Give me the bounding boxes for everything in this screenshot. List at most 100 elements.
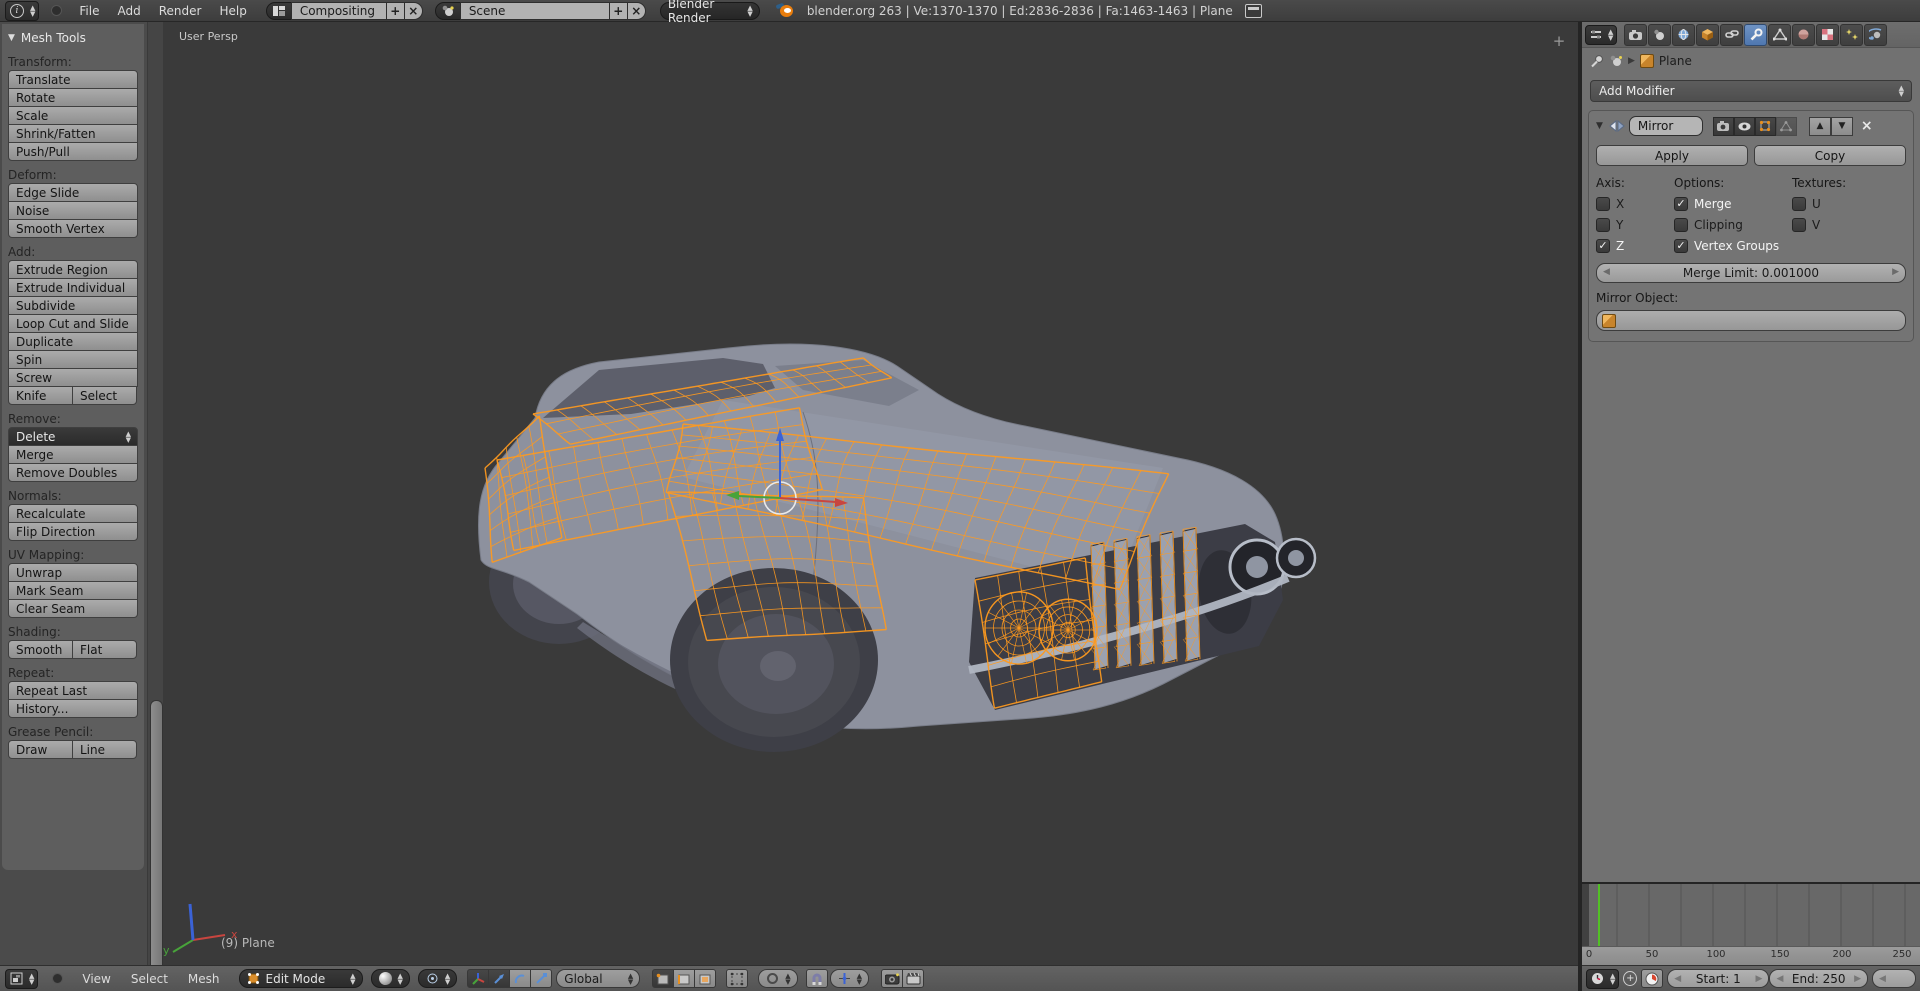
- current-frame-field[interactable]: ◀: [1872, 969, 1916, 988]
- proportional-edit-select[interactable]: ▲ ▼: [758, 969, 798, 988]
- render-engine-select[interactable]: Blender Render ▲ ▼: [659, 0, 760, 25]
- scene-ball-icon[interactable]: [1609, 55, 1623, 67]
- collapse-menus-icon[interactable]: [51, 5, 63, 16]
- scrollbar-thumb[interactable]: [150, 700, 163, 978]
- subdivide-button[interactable]: Subdivide: [8, 296, 138, 315]
- checkbox-texture-v[interactable]: [1792, 217, 1806, 232]
- frame-end-field[interactable]: ◀ End: 250 ▶: [1769, 969, 1868, 988]
- expand-menus-plus-icon[interactable]: +: [1623, 971, 1638, 986]
- copy-button[interactable]: Copy: [1754, 145, 1906, 166]
- checkbox-clipping[interactable]: [1674, 217, 1688, 232]
- merge-limit-slider[interactable]: ◀ Merge Limit: 0.001000 ▶: [1596, 263, 1906, 283]
- modifier-render-toggle[interactable]: [1712, 116, 1734, 136]
- menu-render[interactable]: Render: [150, 4, 211, 18]
- mode-select[interactable]: Edit Mode ▲ ▼: [238, 969, 363, 988]
- checkbox-axis-y[interactable]: [1596, 217, 1610, 232]
- snap-toggle-button[interactable]: [805, 969, 828, 988]
- timeline-editor[interactable]: 0 50 100 150 200 250: [1582, 884, 1920, 965]
- tab-constraints[interactable]: [1720, 23, 1744, 46]
- edge-slide-button[interactable]: Edge Slide: [8, 183, 138, 202]
- rotate-button[interactable]: Rotate: [8, 88, 138, 107]
- extrude-region-button[interactable]: Extrude Region: [8, 260, 138, 279]
- pin-icon[interactable]: [1590, 54, 1604, 68]
- scene-icon[interactable]: [434, 1, 461, 20]
- flip-direction-button[interactable]: Flip Direction: [8, 522, 138, 541]
- menu-view[interactable]: View: [73, 972, 119, 986]
- checkbox-axis-z[interactable]: [1596, 238, 1610, 253]
- vertex-select-mode-button[interactable]: [652, 969, 675, 988]
- checkbox-axis-x[interactable]: [1596, 196, 1610, 211]
- collapse-menus-icon[interactable]: [52, 973, 64, 984]
- timeline-ruler[interactable]: 0 50 100 150 200 250: [1582, 946, 1920, 965]
- menu-file[interactable]: File: [70, 4, 108, 18]
- modifier-editmode-toggle[interactable]: [1754, 116, 1776, 136]
- delete-modifier-icon[interactable]: ×: [1861, 118, 1873, 134]
- menu-help[interactable]: Help: [210, 4, 255, 18]
- modifier-cage-toggle[interactable]: [1775, 116, 1797, 136]
- tab-world[interactable]: [1672, 23, 1696, 46]
- viewport-shading-select[interactable]: ▲ ▼: [370, 969, 410, 988]
- history-button[interactable]: History...: [8, 699, 138, 718]
- opengl-render-image-button[interactable]: [881, 969, 904, 988]
- tab-modifiers[interactable]: [1744, 23, 1768, 46]
- shrink-fatten-button[interactable]: Shrink/Fatten: [8, 124, 138, 143]
- recalculate-button[interactable]: Recalculate: [8, 504, 138, 523]
- knife-select-button[interactable]: Select: [72, 386, 137, 405]
- viewport-3d[interactable]: xy User Persp (9) Plane +: [163, 22, 1578, 965]
- add-scene-button[interactable]: +: [608, 1, 628, 20]
- remove-doubles-button[interactable]: Remove Doubles: [8, 463, 138, 482]
- edge-select-mode-button[interactable]: [673, 969, 696, 988]
- screen-layout-field[interactable]: Compositing: [290, 1, 387, 20]
- repeat-last-button[interactable]: Repeat Last: [8, 681, 138, 700]
- slider-left-arrow-icon[interactable]: ◀: [1776, 974, 1783, 984]
- preview-range-clock-button[interactable]: [1641, 969, 1664, 988]
- tab-render[interactable]: [1624, 23, 1648, 46]
- slider-right-arrow-icon[interactable]: ▶: [1854, 974, 1861, 984]
- tab-texture[interactable]: [1816, 23, 1840, 46]
- expand-region-plus-icon[interactable]: +: [1550, 32, 1568, 50]
- tab-scene[interactable]: [1648, 23, 1672, 46]
- clear-seam-button[interactable]: Clear Seam: [8, 599, 138, 618]
- slider-left-arrow-icon[interactable]: ◀: [1674, 974, 1681, 984]
- noise-button[interactable]: Noise: [8, 201, 138, 220]
- editor-type-3dview-button[interactable]: ▲ ▼: [5, 968, 39, 989]
- add-screen-button[interactable]: +: [385, 1, 405, 20]
- frame-start-field[interactable]: ◀ Start: 1 ▶: [1667, 969, 1770, 988]
- delete-scene-button[interactable]: ×: [626, 1, 646, 20]
- tool-shelf-scrollbar[interactable]: [148, 22, 163, 978]
- manipulator-translate-button[interactable]: [488, 969, 511, 988]
- smooth-vertex-button[interactable]: Smooth Vertex: [8, 219, 138, 238]
- grease-line-button[interactable]: Line: [72, 740, 137, 759]
- opengl-render-animation-button[interactable]: [902, 969, 925, 988]
- screen-layout-icon[interactable]: [265, 1, 292, 20]
- tab-object[interactable]: [1696, 23, 1720, 46]
- timeline-canvas[interactable]: [1582, 884, 1920, 947]
- unwrap-button[interactable]: Unwrap: [8, 563, 138, 582]
- add-modifier-dropdown[interactable]: Add Modifier ▲ ▼: [1590, 80, 1912, 102]
- slider-left-arrow-icon[interactable]: ◀: [1603, 267, 1610, 277]
- mark-seam-button[interactable]: Mark Seam: [8, 581, 138, 600]
- move-modifier-up-button[interactable]: ▲: [1808, 116, 1831, 136]
- snap-element-select[interactable]: ▲ ▼: [829, 969, 870, 988]
- loop-cut-button[interactable]: Loop Cut and Slide: [8, 314, 138, 333]
- extrude-individual-button[interactable]: Extrude Individual: [8, 278, 138, 297]
- expand-triangle-icon[interactable]: ▼: [1596, 121, 1603, 131]
- slider-right-arrow-icon[interactable]: ▶: [1892, 267, 1899, 277]
- pivot-point-select[interactable]: ▲ ▼: [417, 969, 458, 988]
- spin-button[interactable]: Spin: [8, 350, 138, 369]
- menu-add[interactable]: Add: [108, 4, 149, 18]
- panel-header-mesh-tools[interactable]: ▼ Mesh Tools: [8, 28, 138, 48]
- grease-draw-button[interactable]: Draw: [8, 740, 73, 759]
- editor-type-properties-button[interactable]: ▲ ▼: [1585, 24, 1618, 45]
- knife-button[interactable]: Knife: [8, 386, 73, 405]
- screw-button[interactable]: Screw: [8, 368, 138, 387]
- editor-type-info-button[interactable]: i ▲ ▼: [5, 0, 40, 21]
- scene-field[interactable]: Scene: [459, 1, 610, 20]
- scale-button[interactable]: Scale: [8, 106, 138, 125]
- editor-type-timeline-button[interactable]: ▲ ▼: [1586, 968, 1620, 989]
- tab-material[interactable]: [1792, 23, 1816, 46]
- apply-button[interactable]: Apply: [1596, 145, 1748, 166]
- manipulator-toggle-button[interactable]: [467, 969, 490, 988]
- shade-smooth-button[interactable]: Smooth: [8, 640, 73, 659]
- current-frame-marker[interactable]: [1597, 884, 1600, 947]
